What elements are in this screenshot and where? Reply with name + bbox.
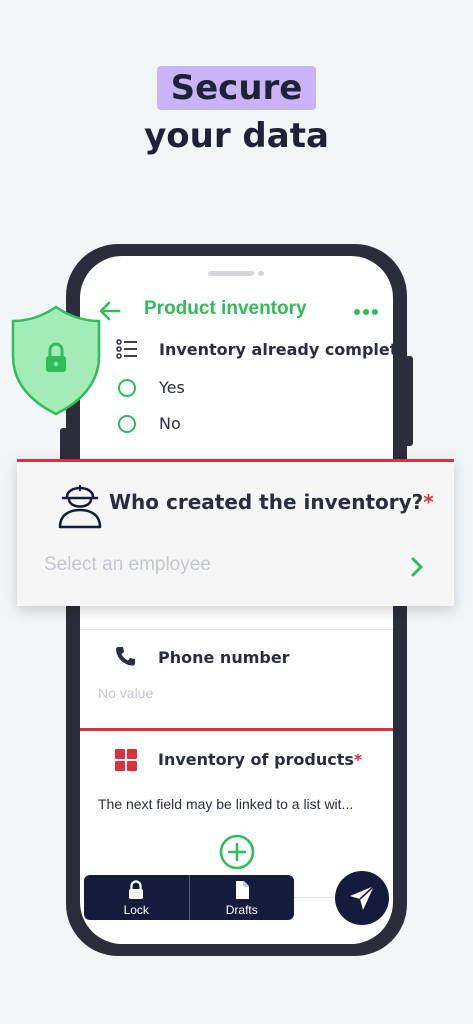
radio-label: Yes [159, 378, 185, 397]
phone-icon [116, 647, 135, 666]
radio-circle[interactable] [118, 379, 136, 397]
divider [294, 897, 334, 898]
employee-select-card[interactable]: Who created the inventory?* Select an em… [17, 459, 454, 606]
field-label: Phone number [158, 648, 290, 667]
headline: Secure your data [0, 66, 473, 156]
field-label: Inventory of products* [158, 750, 362, 769]
speaker-notch [208, 271, 254, 276]
lock-button[interactable]: Lock [84, 875, 189, 920]
headline-line-2: your data [144, 116, 329, 156]
employee-select-placeholder[interactable]: Select an employee [44, 554, 211, 576]
radio-circle[interactable] [118, 415, 136, 433]
page-title: Product inventory [144, 298, 307, 319]
required-mark: * [353, 750, 363, 769]
send-button[interactable] [335, 871, 389, 925]
app-header: Product inventory [97, 296, 387, 326]
card-question: Who created the inventory?* [109, 490, 434, 514]
checklist-icon [116, 339, 137, 359]
lock-button-label: Lock [123, 903, 149, 917]
question-inventory-complete: Inventory already complete [116, 338, 396, 362]
bottom-action-bar: Lock Drafts [84, 875, 294, 920]
divider [80, 629, 393, 630]
drafts-button[interactable]: Drafts [188, 875, 295, 920]
camera-dot [258, 271, 264, 276]
radio-option-no[interactable]: No [118, 414, 238, 434]
section-divider-red [80, 728, 393, 731]
phone-side-button-right [405, 356, 413, 446]
more-dots-icon[interactable] [353, 308, 379, 316]
worker-helmet-icon [58, 485, 102, 529]
drafts-button-label: Drafts [225, 903, 258, 917]
document-icon [235, 881, 249, 899]
required-mark: * [423, 490, 434, 514]
lock-icon [129, 880, 144, 899]
field-description: The next field may be linked to a list w… [98, 796, 354, 812]
field-value: No value [98, 685, 154, 701]
send-icon [350, 885, 375, 910]
headline-line-1: Secure [156, 66, 317, 110]
question-label: Inventory already complete [159, 340, 396, 359]
card-question-text: Who created the inventory? [109, 490, 424, 514]
grid-icon [115, 749, 137, 771]
add-circle-icon[interactable] [219, 834, 255, 870]
chevron-right-icon[interactable] [409, 556, 425, 578]
field-phone-number: Phone number [114, 645, 384, 669]
radio-label: No [159, 414, 181, 433]
shield-lock-icon [11, 305, 101, 416]
radio-option-yes[interactable]: Yes [118, 378, 238, 398]
field-label-text: Inventory of products [158, 750, 354, 769]
field-inventory-products: Inventory of products* [114, 746, 384, 772]
